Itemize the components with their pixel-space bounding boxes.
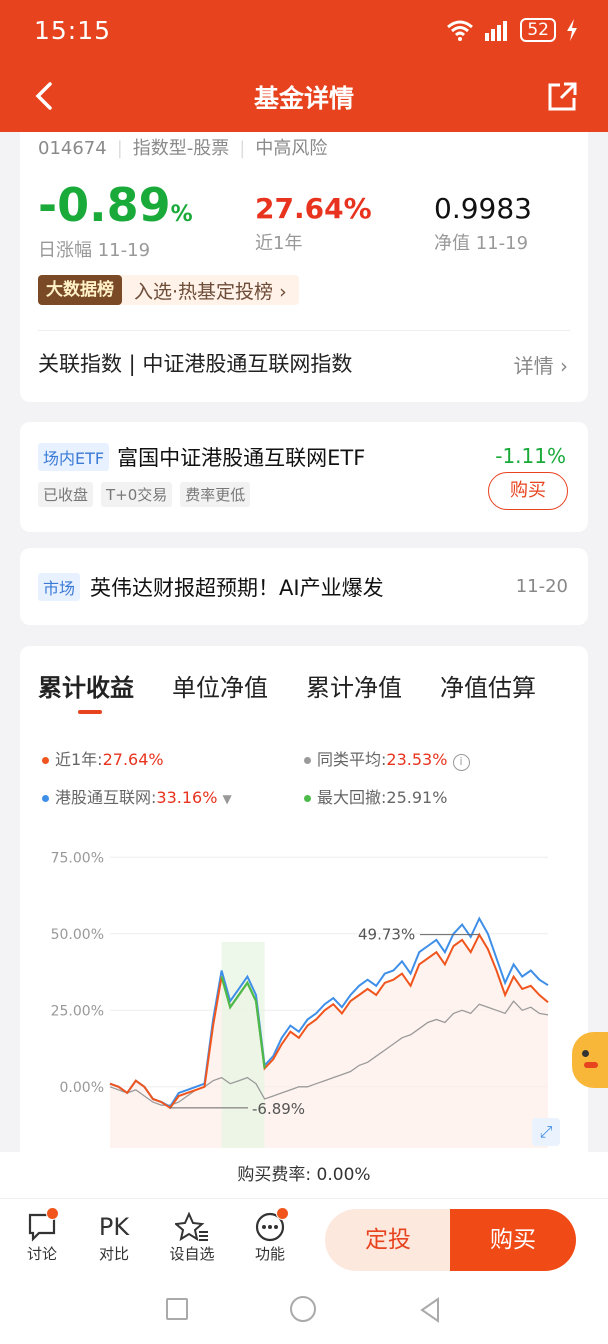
min-annotation-label: -6.89% [252,1100,305,1118]
tab-unit-nav[interactable]: 单位净值 [172,668,268,703]
y-tick-label: 75.00% [51,850,104,866]
etf-name: 富国中证港股通互联网ETF [117,446,366,470]
active-tab-indicator [78,710,102,714]
purchase-fee: 购买费率: 0.00% [0,1152,608,1198]
functions-button[interactable]: 功能 [240,1207,300,1264]
share-icon[interactable] [542,76,582,116]
auto-invest-button[interactable]: 定投 [325,1209,451,1271]
fund-code: 014674 [38,138,107,159]
legend-fund: 近1年:27.64% [42,746,164,770]
fund-area [110,934,548,1148]
legend-drawdown: 最大回撤:25.91% [304,784,447,808]
hot-list-badge[interactable]: 大数据榜 入选·热基定投榜 › [38,275,299,305]
y-tick-label: 50.00% [51,927,104,943]
add-favorite-button[interactable]: 设自选 [162,1211,222,1264]
max-annotation-label: 49.73% [358,926,415,944]
news-card[interactable]: 市场 英伟达财报超预期！AI产业爆发 11-20 [20,548,588,625]
nav-value: 0.9983 [434,192,532,225]
fund-meta: 014674 | 指数型-股票 | 中高风险 [38,134,327,160]
compare-button[interactable]: PK 对比 [84,1211,144,1264]
system-nav-bar [0,1278,608,1344]
hot-list-text: 入选·热基定投榜 › [134,280,287,303]
tab-cumulative-nav[interactable]: 累计净值 [306,668,402,703]
y-tick-label: 25.00% [51,1003,104,1019]
legend-drawdown-value: 25.91% [386,788,448,807]
y-tick-label: 0.00% [60,1080,104,1096]
divider [38,330,570,331]
daily-change-value: -0.89 [38,178,171,232]
fund-risk: 中高风险 [255,138,328,159]
year-return-label: 近1年 [255,233,303,254]
nav-bar: 基金详情 [0,62,608,132]
caret-down-icon: ▼ [222,792,232,806]
return-chart[interactable]: 75.00% 50.00% 25.00% 0.00% 49.73% -6.89% [20,828,588,1148]
star-add-icon [175,1212,208,1242]
associated-index[interactable]: 关联指数 | 中证港股通互联网指数 [38,348,352,378]
nav-value-block: 0.9983 净值 11-19 [434,192,532,255]
legend-index-value: 33.16% [156,788,218,807]
signal-icon [485,21,508,41]
fullscreen-icon[interactable]: ⤢ [532,1118,560,1146]
fund-summary-card: 014674 | 指数型-股票 | 中高风险 -0.89% 日涨幅 11-19 27.6… [20,132,588,402]
back-nav-icon[interactable] [418,1297,442,1323]
tab-cumulative-return[interactable]: 累计收益 [38,668,134,703]
nav-value-label: 净值 11-19 [434,233,529,254]
status-bar: 15:15 52 [0,0,608,62]
notification-dot [46,1207,59,1220]
home-icon[interactable] [290,1296,316,1322]
mascot-icon[interactable] [572,1032,608,1088]
daily-change-unit: % [170,202,193,227]
news-date: 11-20 [515,576,568,597]
etf-tags: 已收盘 T+0交易 费率更低 [38,482,251,507]
etf-tag-lowfee: 费率更低 [180,482,251,507]
daily-change-block: -0.89% 日涨幅 11-19 [38,178,193,262]
wifi-icon [447,20,474,41]
daily-change-label: 日涨幅 11-19 [38,240,151,261]
news-title: 英伟达财报超预期！AI产业爆发 [90,576,384,600]
recent-apps-icon[interactable] [166,1298,188,1320]
fund-type: 指数型-股票 [132,138,230,159]
charging-icon [567,19,577,41]
news-row: 市场 英伟达财报超预期！AI产业爆发 [38,572,384,602]
etf-card[interactable]: 场内ETF 富国中证港股通互联网ETF -1.11% 已收盘 T+0交易 费率更… [20,422,588,532]
buy-button[interactable]: 购买 [450,1209,576,1271]
index-detail-link[interactable]: 详情 › [514,350,568,379]
pk-icon: PK [98,1213,130,1241]
discuss-button[interactable]: 讨论 [12,1207,72,1264]
year-return-value: 27.64% [255,192,372,225]
year-return-block: 27.64% 近1年 [255,192,372,255]
status-icons: 52 [446,18,578,42]
etf-tag-t0: T+0交易 [101,482,173,507]
etf-buy-button[interactable]: 购买 [488,472,568,510]
etf-tag: 场内ETF [38,443,110,471]
page-title: 基金详情 [253,84,354,113]
notification-dot [276,1207,289,1220]
battery-indicator: 52 [520,18,556,42]
info-icon[interactable]: i [452,754,470,771]
big-data-tag: 大数据榜 [38,275,122,305]
legend-peer: 同类平均:23.53% i [304,746,470,771]
chart-card: 累计收益 单位净值 累计净值 净值估算 近1年:27.64% 同类平均:23.5… [20,646,588,1166]
legend-peer-value: 23.53% [386,750,448,769]
legend-fund-value: 27.64% [102,750,164,769]
status-time: 15:15 [34,16,112,45]
chart-tabs: 累计收益 单位净值 累计净值 净值估算 [38,668,588,703]
legend-index[interactable]: 港股通互联网:33.16% ▼ [42,784,232,808]
etf-change: -1.11% [495,444,566,468]
bottom-action-bar: 讨论 PK 对比 设自选 功能 定投 购买 [0,1198,608,1278]
etf-title-row: 场内ETF 富国中证港股通互联网ETF [38,442,365,472]
tab-nav-estimate[interactable]: 净值估算 [440,668,536,703]
news-tag: 市场 [38,573,81,601]
etf-tag-closed: 已收盘 [38,482,94,507]
